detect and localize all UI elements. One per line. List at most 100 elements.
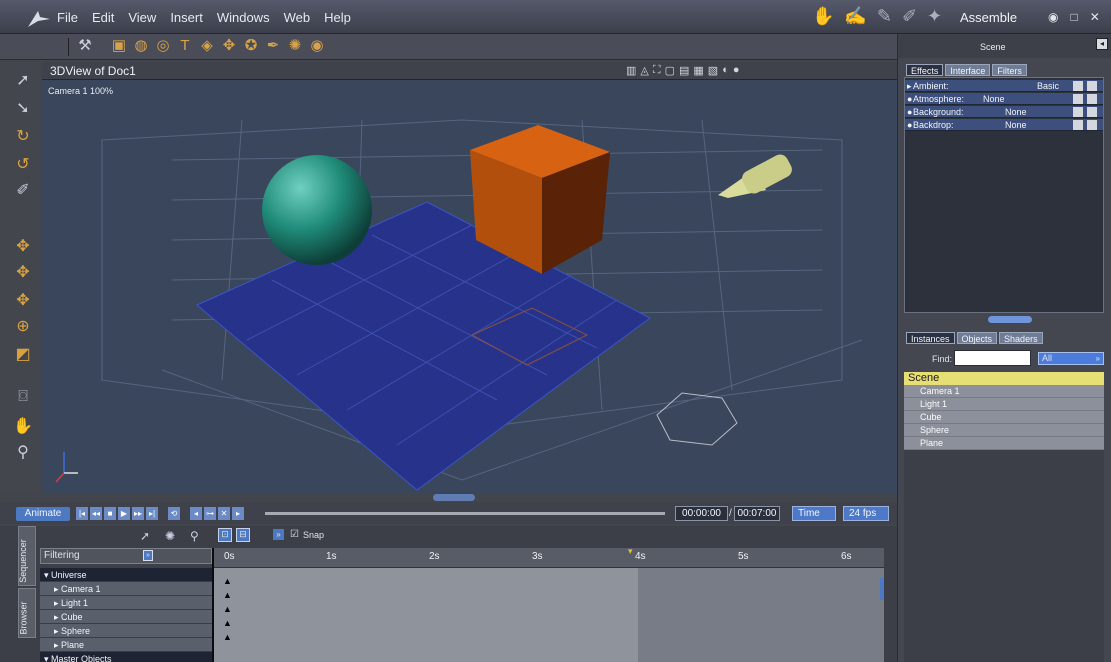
keyframe-icon[interactable]: ▲ <box>223 632 232 642</box>
fit-icon[interactable]: ⊡ <box>218 528 232 542</box>
tab-shaders[interactable]: Shaders <box>999 332 1043 344</box>
grid-options-icon[interactable]: ▥ <box>626 64 636 77</box>
layout-single-icon[interactable]: ▢ <box>665 64 675 77</box>
menu-help[interactable]: Help <box>324 10 351 25</box>
effect-row-ambient[interactable]: ▸ Ambient: Basic <box>905 80 1103 92</box>
tree-group-universe[interactable]: ▾ Universe <box>40 568 212 582</box>
target-tool-icon[interactable]: ◉ <box>308 37 326 55</box>
magic-wand-icon[interactable]: ⚒ <box>76 37 94 55</box>
tab-effects[interactable]: Effects <box>906 64 944 76</box>
list-item[interactable]: Cube <box>904 411 1104 424</box>
effect-edit-icon[interactable] <box>1073 120 1083 130</box>
current-time-field[interactable]: 00:00:00 <box>675 506 728 521</box>
effect-edit-icon[interactable] <box>1073 81 1083 91</box>
play-icon[interactable]: ▶ <box>118 507 130 520</box>
direct-select-icon[interactable]: ➘ <box>12 98 34 120</box>
zoom-icon[interactable]: ⚲ <box>12 442 34 464</box>
collapse-icon[interactable]: ⊟ <box>236 528 250 542</box>
panel-menu-icon[interactable]: ◂ <box>1096 38 1108 50</box>
go-end-icon[interactable]: ▸| <box>146 507 158 520</box>
effect-edit-icon[interactable] <box>1073 107 1083 117</box>
effect-browse-icon[interactable] <box>1087 94 1097 104</box>
sphere-tool-icon[interactable]: ◍ <box>132 37 150 55</box>
viewport-3d[interactable]: Camera 1 100% <box>42 80 897 493</box>
scene-root-row[interactable]: Scene <box>904 372 1104 385</box>
prev-key-icon[interactable]: ◂ <box>190 507 202 520</box>
delete-key-icon[interactable]: ✕ <box>218 507 230 520</box>
maximize-icon[interactable]: □ <box>1070 10 1077 24</box>
keyframe-icon[interactable]: ▲ <box>223 590 232 600</box>
effect-browse-icon[interactable] <box>1087 81 1097 91</box>
arrow-tool-icon[interactable]: ➚ <box>140 529 150 543</box>
keyframe-icon[interactable]: ▲ <box>223 618 232 628</box>
ruler-icon[interactable]: ◬ <box>640 64 648 77</box>
tab-filters[interactable]: Filters <box>992 64 1027 76</box>
effect-row-atmosphere[interactable]: ● Atmosphere: None <box>905 93 1103 105</box>
menu-windows[interactable]: Windows <box>217 10 270 25</box>
tab-instances[interactable]: Instances <box>906 332 955 344</box>
tree-item[interactable]: ▸ Light 1 <box>40 596 212 610</box>
playhead[interactable] <box>212 548 214 662</box>
perspective-icon[interactable]: ⛶ <box>653 64 661 77</box>
close-icon[interactable]: ✕ <box>1090 10 1100 24</box>
effect-value[interactable]: None <box>983 93 1005 105</box>
menu-file[interactable]: File <box>57 10 78 25</box>
sun-tool-icon[interactable]: ✺ <box>165 529 175 543</box>
camera-icon[interactable]: ⌼ <box>12 388 34 410</box>
move-xy-icon[interactable]: ✥ <box>12 236 34 258</box>
time-mode-select[interactable]: Time <box>792 506 836 521</box>
effect-row-background[interactable]: ● Background: None <box>905 106 1103 118</box>
keyframe-icon[interactable]: ▲ <box>223 604 232 614</box>
list-item[interactable]: Camera 1 <box>904 385 1104 398</box>
layout-three-icon[interactable]: ▧ <box>708 64 718 77</box>
total-time-field[interactable]: 00:07:00 <box>734 506 780 521</box>
tree-item[interactable]: ▸ Camera 1 <box>40 582 212 596</box>
tree-group-master[interactable]: ▾ Master Objects <box>40 652 212 662</box>
snap-checkbox[interactable]: ☑ <box>290 529 299 540</box>
time-ruler[interactable]: 0s 1s 2s 3s 4s 5s 6s ▾ <box>214 546 884 568</box>
go-start-icon[interactable]: |◂ <box>76 507 88 520</box>
effect-browse-icon[interactable] <box>1087 107 1097 117</box>
effect-value[interactable]: None <box>1005 106 1027 118</box>
tab-browser[interactable]: Browser <box>18 588 36 638</box>
effect-value[interactable]: None <box>1005 119 1027 131</box>
loop-icon[interactable]: ⟲ <box>168 507 180 520</box>
tree-item[interactable]: ▸ Sphere <box>40 624 212 638</box>
tree-item[interactable]: ▸ Cube <box>40 610 212 624</box>
text-tool-icon[interactable]: T <box>176 37 194 55</box>
move-yz-icon[interactable]: ✥ <box>12 290 34 312</box>
pan-hand-icon[interactable]: ✋ <box>12 416 34 438</box>
keyframe-icon[interactable]: ▲ <box>223 576 232 586</box>
move-xz-icon[interactable]: ✥ <box>12 262 34 284</box>
filtering-select[interactable]: Filtering » <box>40 548 212 564</box>
animate-button[interactable]: Animate <box>16 507 70 521</box>
timeline-tracks[interactable]: ▲ ▲ ▲ ▲ ▲ <box>214 568 884 662</box>
shaded-icon[interactable]: ● <box>733 64 740 77</box>
effect-browse-icon[interactable] <box>1087 120 1097 130</box>
orbit-icon[interactable]: ⊕ <box>12 316 34 338</box>
find-input[interactable] <box>954 350 1031 366</box>
tab-sequencer[interactable]: Sequencer <box>18 526 36 586</box>
time-slider[interactable] <box>265 512 665 515</box>
panel-divider-handle[interactable] <box>988 316 1032 323</box>
cube-tool-icon[interactable]: ▣ <box>110 37 128 55</box>
model-room-icon[interactable]: ✍ <box>844 6 866 27</box>
effect-value[interactable]: Basic <box>1037 80 1059 92</box>
list-item[interactable]: Light 1 <box>904 398 1104 411</box>
render-room-icon[interactable]: ✐ <box>902 6 917 27</box>
menu-view[interactable]: View <box>128 10 156 25</box>
eye-icon[interactable]: ◉ <box>1048 10 1058 24</box>
rewind-icon[interactable]: ◂◂ <box>90 507 102 520</box>
scale-icon[interactable]: ◩ <box>12 344 34 366</box>
plane-tool-icon[interactable]: ◈ <box>198 37 216 55</box>
twist-icon[interactable]: ↺ <box>12 154 34 176</box>
end-marker-icon[interactable]: ▾ <box>628 546 633 557</box>
assemble-room-icon[interactable]: ✋ <box>812 6 834 27</box>
magnify-tool-icon[interactable]: ⚲ <box>190 529 199 543</box>
stop-icon[interactable]: ■ <box>104 507 116 520</box>
find-filter-select[interactable]: All » <box>1038 352 1104 365</box>
next-key-icon[interactable]: ▸ <box>232 507 244 520</box>
layout-four-icon[interactable]: ▦ <box>693 64 703 77</box>
effect-row-backdrop[interactable]: ● Backdrop: None <box>905 119 1103 131</box>
brush-icon[interactable]: ✐ <box>12 180 34 202</box>
